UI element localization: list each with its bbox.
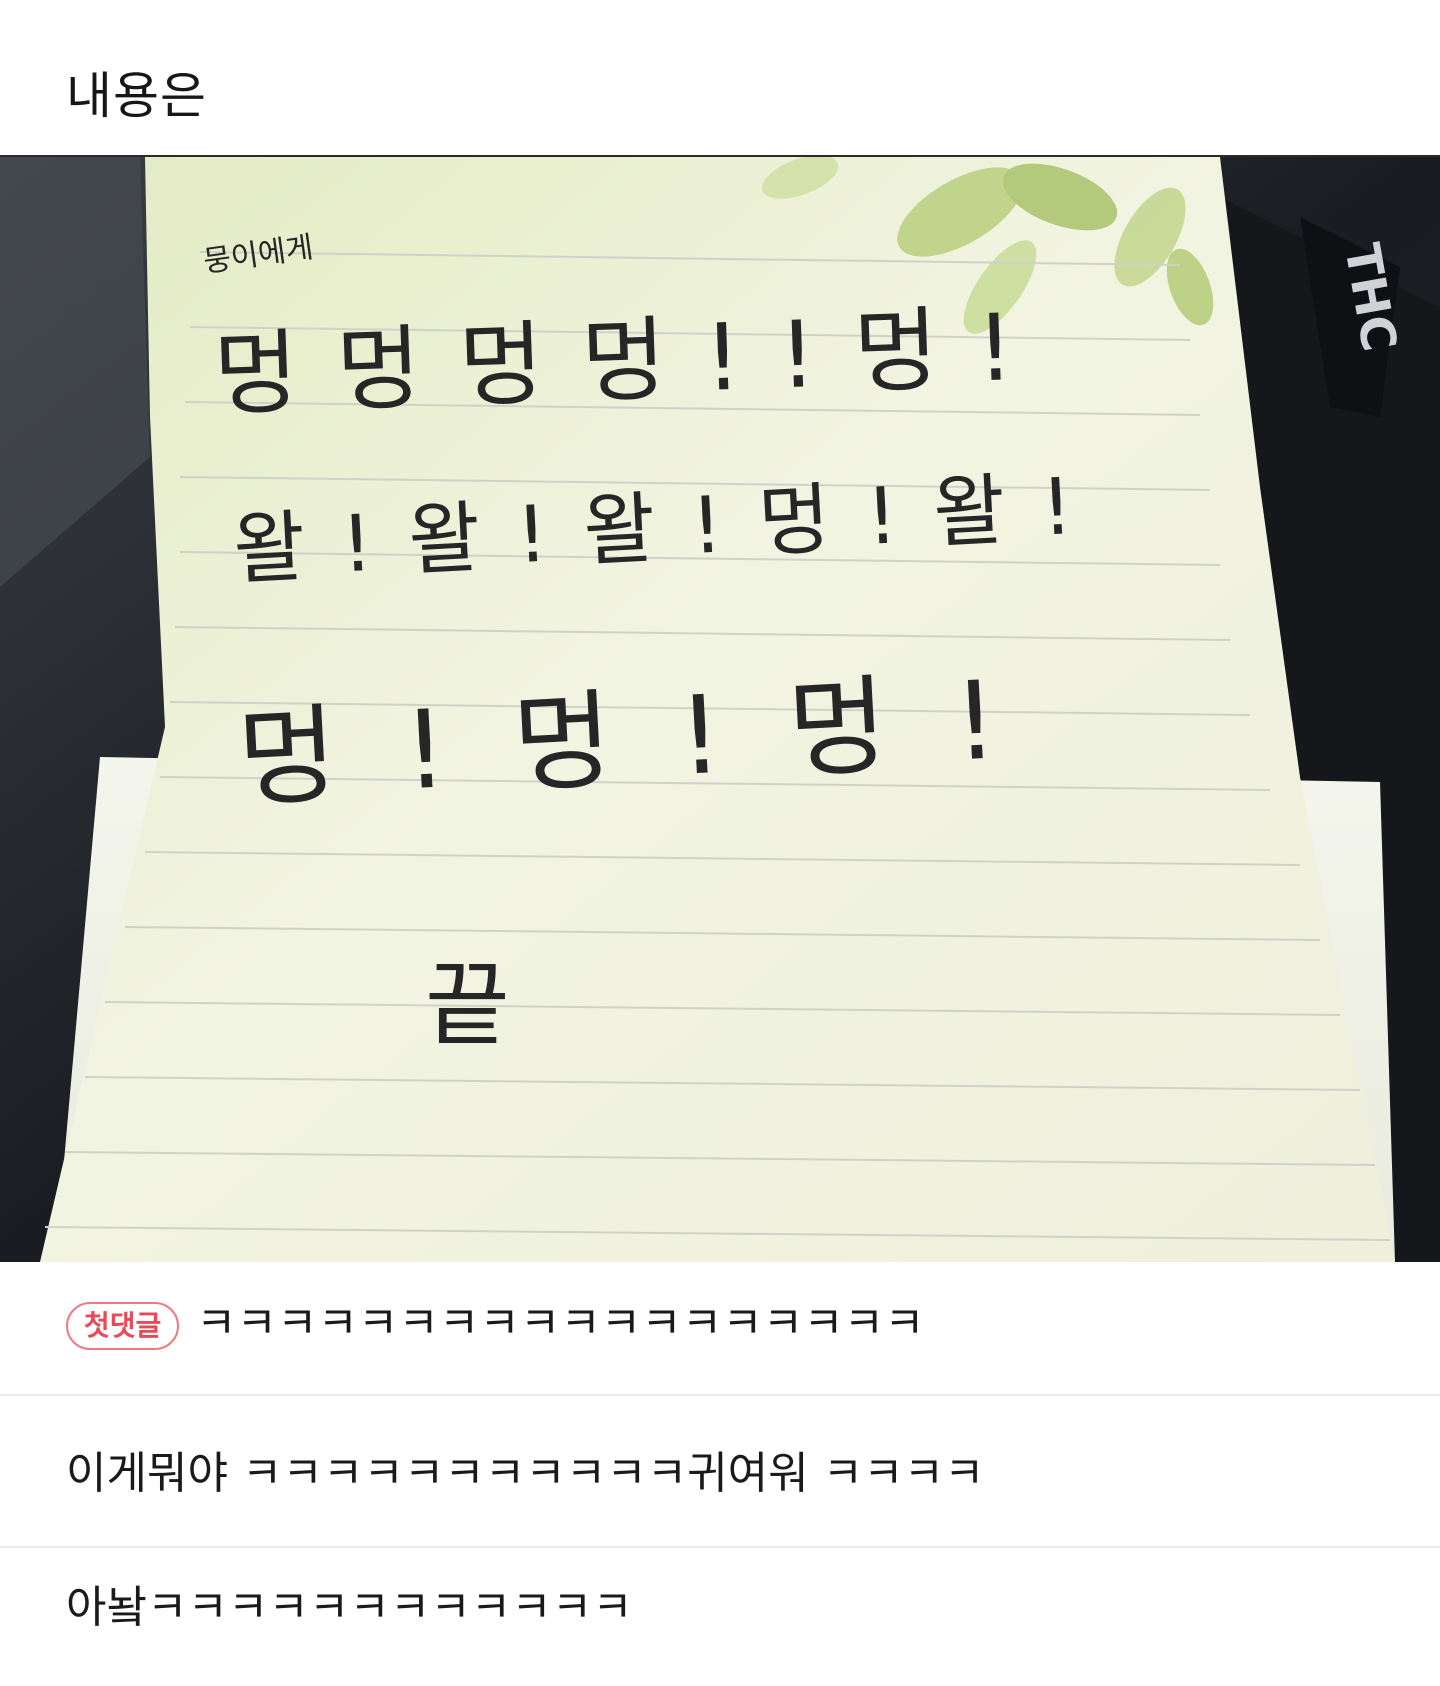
post-title: 내용은 [66,67,207,125]
comment-item: 이게뭐야 ㅋㅋㅋㅋㅋㅋㅋㅋㅋㅋㅋ귀여워 ㅋㅋㅋㅋ [0,1396,1440,1548]
note-line-4: 끝 [425,952,510,1059]
comment-text: 아놬ㅋㅋㅋㅋㅋㅋㅋㅋㅋㅋㅋㅋ [66,1582,633,1633]
post-header: 내용은 [0,0,1440,155]
comment-item: 첫댓글 ㅋㅋㅋㅋㅋㅋㅋㅋㅋㅋㅋㅋㅋㅋㅋㅋㅋㅋ [0,1262,1440,1396]
comment-item: 아놬ㅋㅋㅋㅋㅋㅋㅋㅋㅋㅋㅋㅋ [0,1548,1440,1686]
letter-photo-drawing: THC 뭉이에게 멍멍멍멍!!멍! 왈!왈!왈!멍!왈! 멍!멍!멍! 끝 [0,157,1440,1262]
first-comment-badge: 첫댓글 [66,1302,180,1350]
letter-photo[interactable]: THC 뭉이에게 멍멍멍멍!!멍! 왈!왈!왈!멍!왈! 멍!멍!멍! 끝 [0,155,1440,1262]
comment-text: ㅋㅋㅋㅋㅋㅋㅋㅋㅋㅋㅋㅋㅋㅋㅋㅋㅋㅋ [196,1298,925,1349]
comment-text: 이게뭐야 ㅋㅋㅋㅋㅋㅋㅋㅋㅋㅋㅋ귀여워 ㅋㅋㅋㅋ [66,1448,985,1499]
